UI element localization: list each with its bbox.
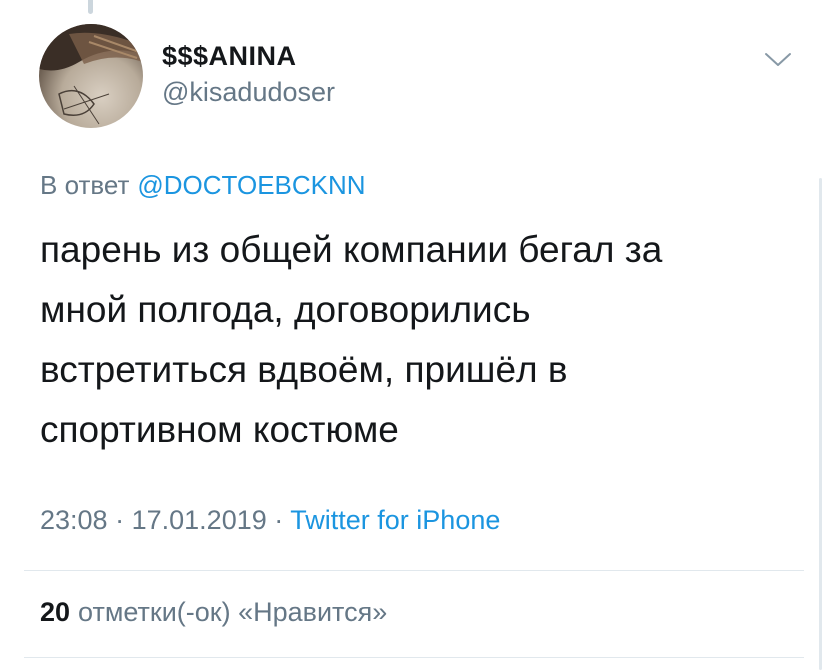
tweet-text-line: встретиться вдвоём, пришёл в [40, 349, 568, 390]
meta-separator: · [274, 505, 284, 535]
reply-prefix: В ответ [40, 170, 130, 200]
tweet-time: 23:08 [40, 505, 108, 535]
likes-label: отметки(-ок) «Нравится» [78, 597, 388, 627]
tweet-date: 17.01.2019 [131, 505, 267, 535]
meta-separator: · [115, 505, 125, 535]
tweet-text: парень из общей компании бегал за мной п… [40, 220, 780, 460]
avatar[interactable] [39, 24, 143, 128]
thread-connector-line [88, 0, 93, 14]
divider [24, 570, 804, 571]
scrollbar[interactable] [819, 178, 822, 670]
likes-stat[interactable]: 20 отметки(-ок) «Нравится» [40, 597, 387, 628]
tweet-text-line: спортивном костюме [40, 409, 399, 450]
tweet-text-line: парень из общей компании бегал за [40, 229, 663, 270]
divider [24, 657, 804, 658]
username[interactable]: @kisadudoser [162, 77, 335, 108]
tweet-metadata: 23:08 · 17.01.2019 · Twitter for iPhone [40, 505, 500, 536]
tweet-text-line: мной полгода, договорились [40, 289, 531, 330]
reply-mention-link[interactable]: @DOCTOEBCKNN [137, 170, 365, 200]
display-name[interactable]: $$$ANINA [162, 41, 297, 72]
chevron-down-icon[interactable] [763, 50, 793, 70]
likes-count: 20 [40, 597, 71, 627]
avatar-photo [39, 24, 143, 128]
reply-context: В ответ @DOCTOEBCKNN [40, 170, 366, 201]
tweet-source-link[interactable]: Twitter for iPhone [290, 505, 500, 535]
